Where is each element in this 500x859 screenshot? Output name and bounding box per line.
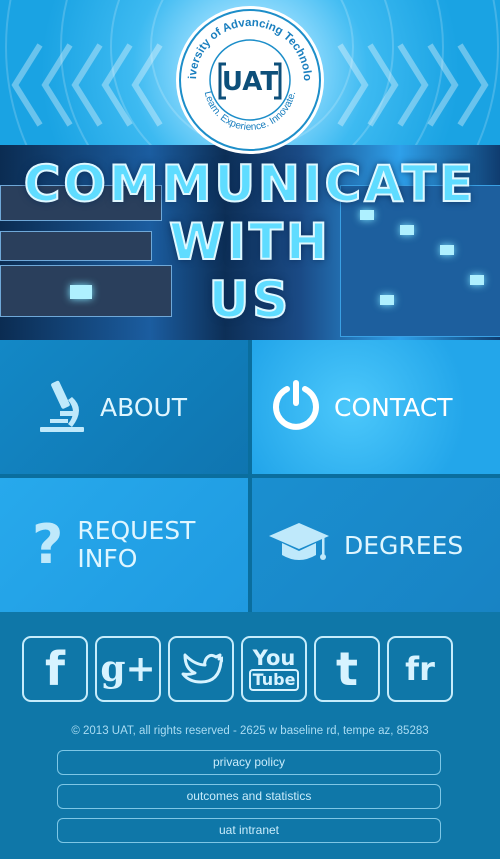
chevron-decoration-left — [11, 43, 163, 127]
social-links: f g+ You Tube t fr — [22, 636, 453, 702]
google-plus-glyph: g+ — [100, 648, 156, 690]
logo-mark: UAT — [222, 67, 278, 97]
request-info-line2: INFO — [77, 544, 138, 573]
flickr-icon[interactable]: fr — [387, 636, 453, 702]
request-info-tile[interactable]: ? REQUEST INFO — [0, 478, 248, 612]
question-mark-icon: ? — [32, 513, 64, 576]
copyright-text: © 2013 UAT, all rights reserved - 2625 w… — [71, 725, 429, 737]
uat-logo[interactable]: University of Advancing Technology Learn… — [170, 0, 326, 156]
footer: f g+ You Tube t fr © 2013 UAT, all right… — [0, 612, 500, 859]
power-icon — [270, 379, 322, 436]
flickr-glyph: fr — [405, 650, 435, 688]
youtube-glyph-line2: Tube — [248, 669, 300, 691]
facebook-icon[interactable]: f — [22, 636, 88, 702]
youtube-icon[interactable]: You Tube — [241, 636, 307, 702]
about-label: ABOUT — [100, 392, 188, 422]
about-tile[interactable]: ABOUT — [0, 340, 248, 474]
degrees-label: DEGREES — [344, 530, 464, 560]
youtube-glyph-line1: You — [252, 646, 296, 670]
banner-title-line2: WITH — [168, 212, 331, 272]
request-info-line1: REQUEST — [77, 516, 196, 545]
graduation-cap-icon — [268, 521, 330, 570]
uat-intranet-link[interactable]: uat intranet — [57, 818, 441, 843]
contact-label: CONTACT — [334, 392, 453, 422]
chevron-decoration-right — [337, 43, 489, 127]
nav-tiles: ABOUT CONTACT ? REQUEST INFO DEGREES — [0, 340, 500, 612]
microscope-icon — [38, 377, 88, 438]
hero-banner: COMMUNICATE WITH US — [0, 145, 500, 340]
facebook-glyph: f — [44, 642, 65, 696]
banner-title-line1: COMMUNICATE — [23, 154, 477, 214]
tumblr-icon[interactable]: t — [314, 636, 380, 702]
page: University of Advancing Technology Learn… — [0, 0, 500, 859]
banner-title-line3: US — [208, 270, 292, 330]
google-plus-icon[interactable]: g+ — [95, 636, 161, 702]
request-info-label: REQUEST INFO — [77, 517, 195, 573]
twitter-icon[interactable] — [168, 636, 234, 702]
degrees-tile[interactable]: DEGREES — [252, 478, 500, 612]
tumblr-glyph: t — [336, 642, 358, 696]
outcomes-statistics-link[interactable]: outcomes and statistics — [57, 784, 441, 809]
privacy-policy-link[interactable]: privacy policy — [57, 750, 441, 775]
contact-tile[interactable]: CONTACT — [252, 340, 500, 474]
